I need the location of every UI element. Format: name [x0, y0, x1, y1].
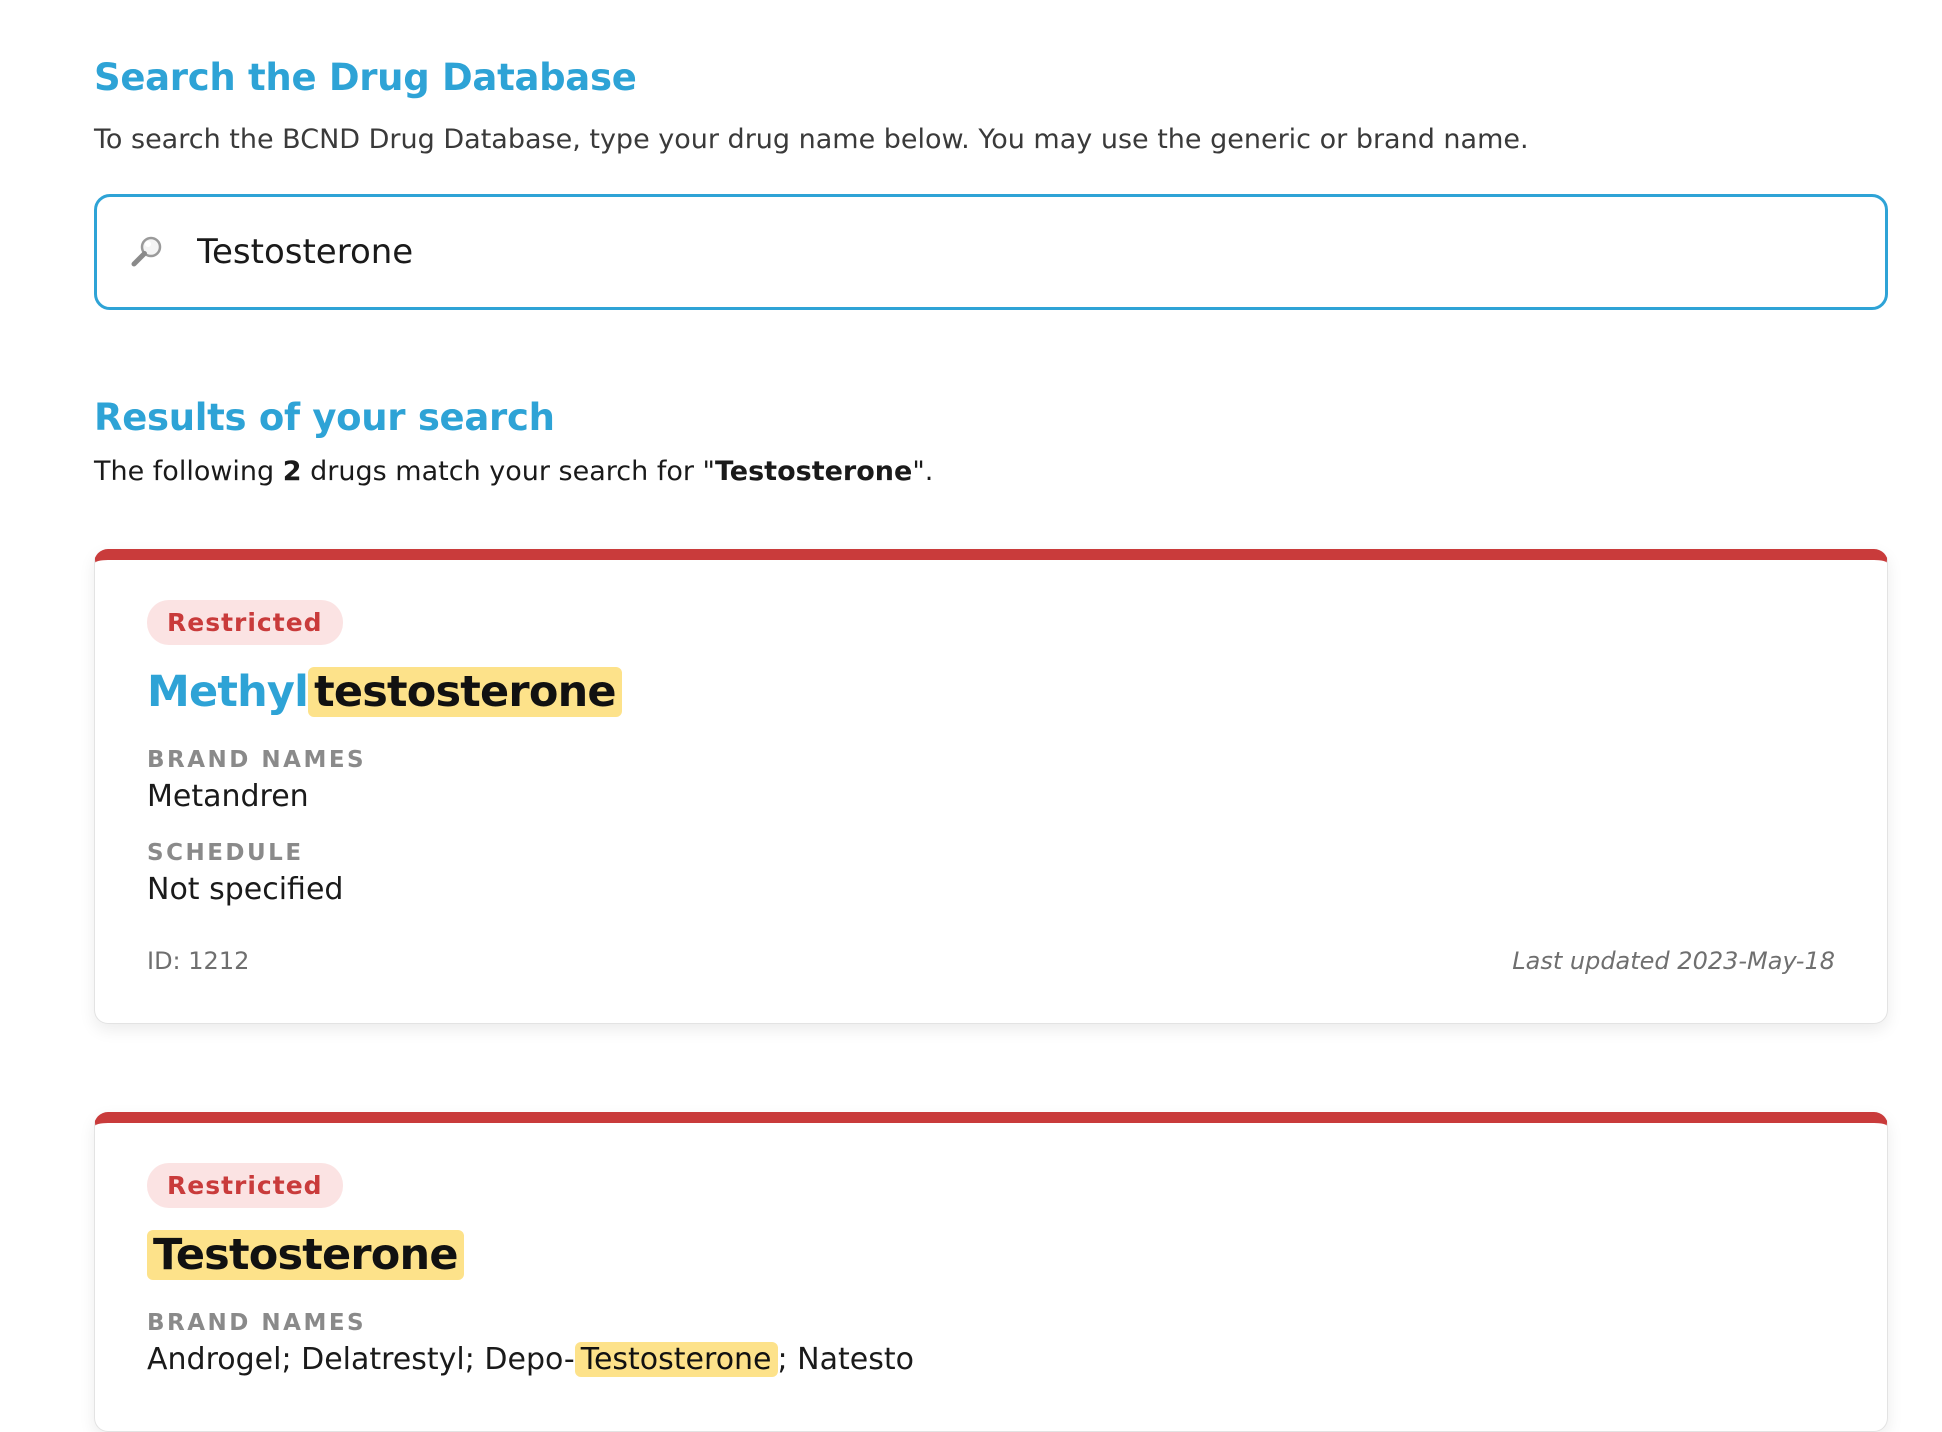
brand-names-value: Androgel; Delatrestyl; Depo- Testosterone… [147, 1342, 914, 1377]
search-input[interactable] [197, 222, 1885, 282]
drug-id: ID: 1212 [147, 947, 250, 975]
result-count: 2 [282, 456, 302, 487]
drug-result-card[interactable]: Restricted Methyl testosterone BRAND NAME… [94, 549, 1888, 1024]
match-highlight: Testosterone [574, 1342, 778, 1377]
match-highlight: Testosterone [147, 1230, 464, 1280]
brand-names-value: Metandren [147, 779, 309, 814]
search-instructions: To search the BCND Drug Database, type y… [94, 124, 1529, 155]
brand-names-label: BRAND NAMES [147, 1310, 367, 1336]
search-section-title: Search the Drug Database [94, 56, 637, 99]
drug-name-link[interactable]: Testosterone [147, 1226, 1835, 1284]
search-box[interactable] [94, 194, 1888, 310]
status-badge: Restricted [147, 1163, 343, 1208]
drug-name-link[interactable]: Methyl testosterone [147, 663, 1835, 721]
schedule-value: Not specified [147, 872, 344, 907]
drug-result-card[interactable]: Restricted Testosterone BRAND NAMES Andr… [94, 1112, 1888, 1432]
schedule-label: SCHEDULE [147, 840, 304, 866]
results-section-title: Results of your search [94, 396, 555, 439]
search-term: Testosterone [714, 456, 913, 487]
results-summary: The following 2 drugs match your search … [94, 456, 934, 487]
magnifier-icon [127, 232, 167, 272]
last-updated: Last updated 2023-May-18 [1512, 947, 1835, 975]
card-footer: ID: 1212 Last updated 2023-May-18 [147, 947, 1835, 1023]
brand-names-label: BRAND NAMES [147, 747, 367, 773]
match-highlight: testosterone [308, 667, 622, 717]
status-badge: Restricted [147, 600, 343, 645]
